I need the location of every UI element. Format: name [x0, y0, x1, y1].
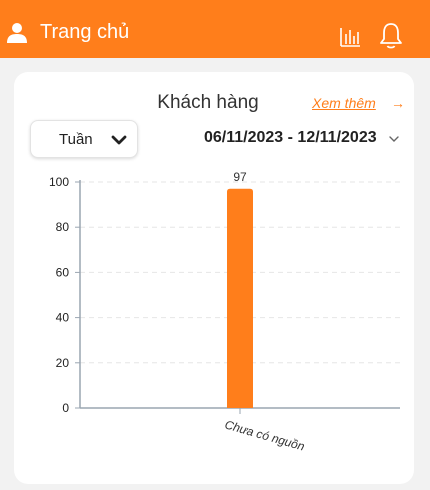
data-label: 97	[233, 170, 247, 184]
bell-icon[interactable]	[376, 20, 406, 50]
user-icon[interactable]	[6, 22, 28, 44]
bar	[227, 188, 253, 408]
x-tick-label: Chưa có nguồn	[223, 417, 306, 453]
y-tick-label: 100	[49, 175, 69, 189]
period-select[interactable]: Tuần	[30, 120, 138, 158]
period-select-value: Tuần	[59, 131, 93, 148]
app-header: Trang chủ	[0, 0, 430, 58]
y-tick-label: 0	[62, 401, 69, 415]
chevron-down-icon[interactable]	[388, 133, 400, 145]
date-range-picker[interactable]: 06/11/2023 - 12/11/2023	[204, 129, 377, 147]
arrow-right-icon[interactable]: →	[391, 95, 405, 111]
page-title: Trang chủ	[40, 21, 130, 43]
chevron-down-icon	[111, 135, 127, 145]
y-tick-label: 40	[56, 311, 70, 325]
y-tick-label: 80	[56, 220, 70, 234]
customer-bar-chart: 0 20 40 60 80 100 97 Chưa có nguồn	[49, 170, 400, 454]
y-tick-label: 60	[56, 265, 70, 279]
card-title: Khách hàng	[157, 92, 259, 113]
see-more-link[interactable]: Xem thêm	[312, 95, 376, 111]
y-tick-label: 20	[56, 356, 70, 370]
bar-chart-icon[interactable]	[338, 24, 362, 48]
